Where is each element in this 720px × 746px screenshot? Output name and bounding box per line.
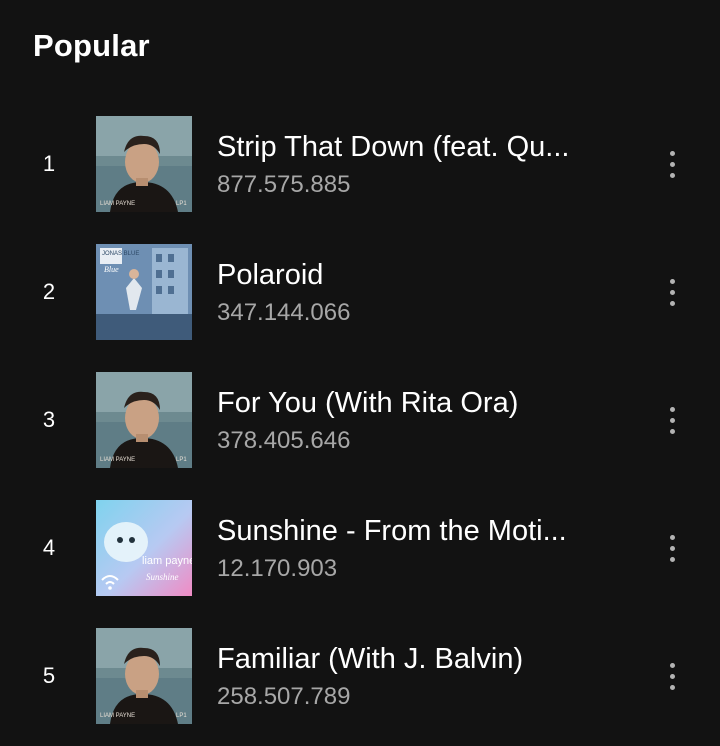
track-list: 1 LIAM PAYNE LP1 Strip That Down (feat. … [0,100,720,740]
svg-text:Sunshine: Sunshine [146,572,179,582]
svg-text:LP1: LP1 [176,713,187,719]
svg-text:LIAM PAYNE: LIAM PAYNE [100,457,135,463]
more-options-icon[interactable] [660,528,684,568]
album-art-lp1: LIAM PAYNE LP1 [96,372,192,468]
track-play-count: 347.144.066 [217,299,351,326]
track-title: Sunshine - From the Moti... [217,515,567,547]
svg-text:JONAS BLUE: JONAS BLUE [102,251,139,257]
track-play-count: 877.575.885 [217,171,351,198]
track-rank: 4 [42,535,56,560]
album-art-polaroid: JONAS BLUE Blue [96,244,192,340]
album-art-lp1: LIAM PAYNE LP1 [96,628,192,724]
track-rank: 3 [42,407,56,432]
more-options-icon[interactable] [660,656,684,696]
svg-text:LP1: LP1 [176,201,187,207]
svg-text:LIAM PAYNE: LIAM PAYNE [100,201,135,207]
track-title: Strip That Down (feat. Qu... [217,131,570,163]
more-options-icon[interactable] [660,144,684,184]
track-row[interactable]: 3 LIAM PAYNE LP1 For You (With Rita Ora)… [0,356,720,484]
svg-text:LP1: LP1 [176,457,187,463]
track-row[interactable]: 1 LIAM PAYNE LP1 Strip That Down (feat. … [0,100,720,228]
track-rank: 1 [42,151,56,176]
track-play-count: 378.405.646 [217,427,351,454]
section-title: Popular [33,28,150,63]
track-play-count: 12.170.903 [217,555,338,582]
track-title: For You (With Rita Ora) [217,387,519,419]
track-row[interactable]: 4 liam payne Sunshine Sunshine - From th… [0,484,720,612]
track-rank: 2 [42,279,56,304]
more-options-icon[interactable] [660,272,684,312]
track-title: Familiar (With J. Balvin) [217,643,524,675]
svg-text:LIAM PAYNE: LIAM PAYNE [100,713,135,719]
album-art-lp1: LIAM PAYNE LP1 [96,116,192,212]
track-rank: 5 [42,663,56,688]
more-options-icon[interactable] [660,400,684,440]
track-row[interactable]: 2 JONAS BLUE Blue Polaroid 347.144.066 [0,228,720,356]
track-play-count: 258.507.789 [217,683,351,710]
album-art-sunshine: liam payne Sunshine [96,500,192,596]
track-title: Polaroid [217,259,324,291]
svg-text:liam payne: liam payne [142,555,192,567]
svg-text:Blue: Blue [104,265,119,274]
track-row[interactable]: 5 LIAM PAYNE LP1 Familiar (With J. Balvi… [0,612,720,740]
